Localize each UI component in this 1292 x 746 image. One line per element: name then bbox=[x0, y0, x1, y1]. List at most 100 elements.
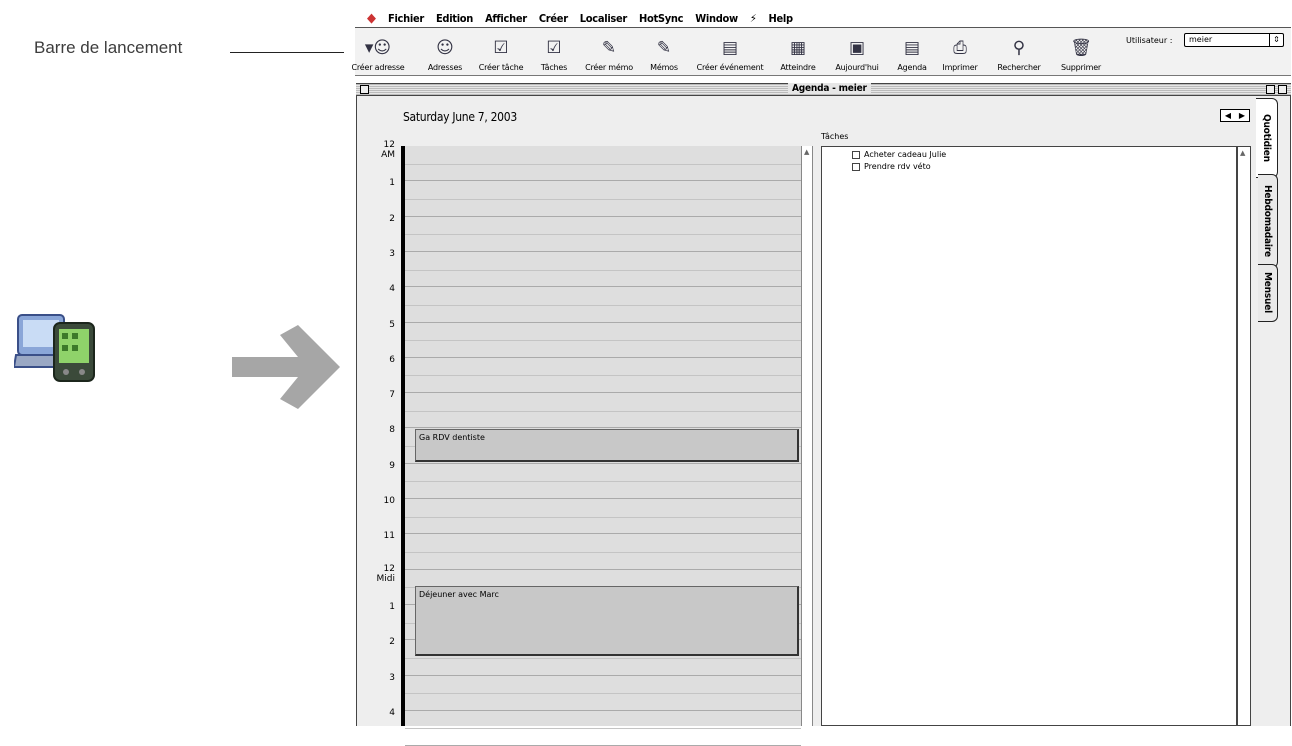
memo-icon: ✎ bbox=[656, 38, 672, 58]
menu-creer[interactable]: Créer bbox=[539, 12, 568, 25]
hour-label: 7 bbox=[389, 390, 395, 401]
create-memo-button[interactable]: ✎ Créer mémo bbox=[581, 28, 637, 74]
half-hour-line bbox=[405, 375, 801, 377]
date-nav-arrows[interactable]: ◀ ▶ bbox=[1220, 109, 1250, 122]
half-hour-line bbox=[405, 551, 801, 553]
create-address-button[interactable]: ▾☺ Créer adresse bbox=[351, 28, 404, 74]
day-scrollbar[interactable]: ▲ bbox=[801, 146, 813, 726]
previous-day-icon[interactable]: ◀ bbox=[1225, 111, 1231, 120]
hour-label: 1 bbox=[389, 178, 395, 189]
menu-afficher[interactable]: Afficher bbox=[485, 12, 527, 25]
hour-line bbox=[405, 568, 801, 570]
hour-label: 9 bbox=[389, 460, 395, 471]
day-grid[interactable]: Ga RDV dentiste Déjeuner avec Marc bbox=[405, 146, 801, 746]
zoom-box[interactable] bbox=[1266, 85, 1275, 94]
hour-label: 4 bbox=[389, 284, 395, 295]
menu-hotsync-icon[interactable]: ⚡ bbox=[750, 12, 757, 25]
agenda-button[interactable]: ▤ Agenda bbox=[894, 28, 930, 74]
menu-localiser[interactable]: Localiser bbox=[580, 12, 628, 25]
hour-label: 1 bbox=[389, 601, 395, 612]
event-dentist[interactable]: Ga RDV dentiste bbox=[415, 429, 799, 462]
hour-label: 2 bbox=[389, 213, 395, 224]
create-task-button[interactable]: ☑ Créer tâche bbox=[477, 28, 525, 74]
palm-desktop-icon bbox=[14, 314, 95, 382]
goto-button[interactable]: ▦ Atteindre bbox=[775, 28, 821, 74]
user-select[interactable]: meier ⇕ bbox=[1184, 33, 1284, 47]
hour-suffix: AM bbox=[381, 150, 395, 160]
task-checkbox[interactable] bbox=[852, 162, 860, 171]
menu-fichier[interactable]: Fichier bbox=[388, 12, 424, 25]
menu-window[interactable]: Window bbox=[695, 12, 738, 25]
scroll-up-icon[interactable]: ▲ bbox=[1240, 149, 1245, 157]
print-button[interactable]: ⎙ Imprimer bbox=[935, 28, 985, 74]
memos-button[interactable]: ✎ Mémos bbox=[648, 28, 680, 74]
delete-button[interactable]: 🗑 Supprimer bbox=[1053, 28, 1109, 74]
tasks-label: Tâches bbox=[821, 132, 849, 141]
today-button[interactable]: ▣ Aujourd'hui bbox=[829, 28, 885, 74]
today-icon: ▣ bbox=[848, 38, 866, 58]
close-box[interactable] bbox=[360, 85, 369, 94]
add-person-icon: ▾☺ bbox=[364, 38, 392, 58]
hour-label: 5 bbox=[389, 319, 395, 330]
callout-label: Barre de lancement bbox=[34, 38, 183, 57]
menu-edition[interactable]: Edition bbox=[436, 12, 473, 25]
agenda-icon: ▤ bbox=[903, 38, 921, 58]
half-hour-line bbox=[405, 693, 801, 695]
hour-number: 12 bbox=[383, 140, 395, 150]
hour-label: 4 bbox=[389, 707, 395, 718]
hour-label: 2 bbox=[389, 637, 395, 648]
hour-line bbox=[405, 392, 801, 394]
window-titlebar[interactable]: Agenda - meier bbox=[356, 83, 1291, 96]
hour-label: 3 bbox=[389, 248, 395, 259]
chevron-updown-icon: ⇕ bbox=[1269, 34, 1283, 46]
event-lunch[interactable]: Déjeuner avec Marc bbox=[415, 586, 799, 656]
search-icon: ⚲ bbox=[1012, 38, 1026, 58]
half-hour-line bbox=[405, 198, 801, 200]
tab-quotidien[interactable]: Quotidien bbox=[1256, 98, 1278, 178]
hour-label: 10 bbox=[383, 496, 395, 506]
addresses-button[interactable]: ☺ Adresses bbox=[425, 28, 465, 74]
half-hour-line bbox=[405, 516, 801, 518]
hour-line bbox=[405, 498, 801, 499]
menu-hotsync[interactable]: HotSync bbox=[639, 12, 684, 25]
callout-line bbox=[230, 52, 344, 53]
trash-icon: 🗑 bbox=[1070, 38, 1092, 58]
hour-line bbox=[405, 250, 801, 252]
hour-label: 12 AM bbox=[363, 140, 395, 160]
new-event-icon: ▤ bbox=[721, 38, 739, 58]
hour-line bbox=[405, 709, 801, 711]
scroll-up-icon[interactable]: ▲ bbox=[804, 148, 809, 156]
half-hour-line bbox=[405, 340, 801, 342]
launch-toolbar: ▾☺ Créer adresse ☺ Adresses ☑ Créer tâche ☑… bbox=[351, 28, 1291, 76]
half-hour-line bbox=[405, 481, 801, 483]
search-button[interactable]: ⚲ Rechercher bbox=[990, 28, 1048, 74]
menu-help[interactable]: Help bbox=[768, 12, 793, 25]
collapse-box[interactable] bbox=[1278, 85, 1287, 94]
tasks-icon: ☑ bbox=[546, 38, 562, 58]
next-day-icon[interactable]: ▶ bbox=[1239, 111, 1245, 120]
hour-line bbox=[405, 180, 801, 182]
hour-label: 3 bbox=[389, 672, 395, 683]
tasks-pane[interactable]: Acheter cadeau Julie Prendre rdv véto bbox=[821, 146, 1237, 726]
window-title: Agenda - meier bbox=[788, 83, 871, 94]
hour-line bbox=[405, 286, 801, 288]
tab-mensuel[interactable]: Mensuel bbox=[1258, 264, 1278, 322]
half-hour-line bbox=[405, 234, 801, 236]
task-item[interactable]: Acheter cadeau Julie bbox=[852, 150, 946, 159]
apple-menu-icon[interactable]: ◆ bbox=[367, 11, 376, 26]
menubar: ◆ Fichier Edition Afficher Créer Localis… bbox=[355, 9, 1291, 28]
tasks-scrollbar[interactable]: ▲ bbox=[1237, 146, 1251, 726]
arrow-right-icon bbox=[232, 325, 340, 409]
user-label: Utilisateur : bbox=[1126, 36, 1173, 45]
new-task-icon: ☑ bbox=[493, 38, 509, 58]
task-item[interactable]: Prendre rdv véto bbox=[852, 162, 931, 171]
half-hour-line bbox=[405, 269, 801, 271]
create-event-button[interactable]: ▤ Créer événement bbox=[690, 28, 770, 74]
tasks-button[interactable]: ☑ Tâches bbox=[538, 28, 570, 74]
hour-number: 12 bbox=[383, 563, 395, 574]
hour-line bbox=[405, 533, 801, 535]
tab-hebdomadaire[interactable]: Hebdomadaire bbox=[1258, 174, 1278, 268]
half-hour-line bbox=[405, 657, 801, 659]
task-checkbox[interactable] bbox=[852, 150, 860, 159]
hour-line bbox=[405, 321, 801, 323]
